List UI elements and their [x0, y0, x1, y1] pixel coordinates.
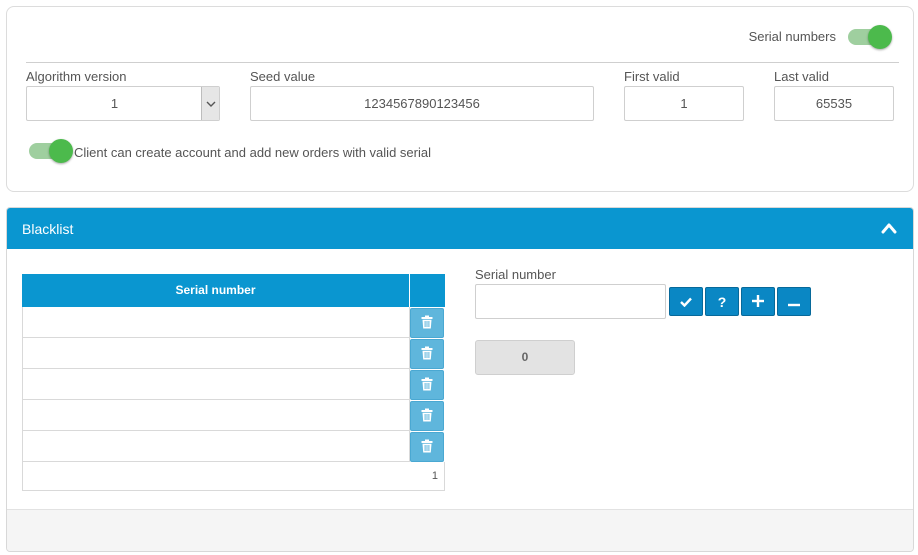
- algorithm-version-label: Algorithm version: [26, 69, 127, 84]
- check-icon: [680, 294, 692, 310]
- blacklist-footer: [7, 509, 913, 551]
- action-column-header: [410, 274, 445, 307]
- table-row: [22, 431, 445, 462]
- delete-row-button[interactable]: [410, 308, 444, 338]
- trash-icon: [421, 377, 433, 394]
- client-account-toggle[interactable]: [29, 139, 73, 163]
- table-footer: 1: [22, 462, 445, 491]
- check-serial-button[interactable]: ?: [705, 287, 739, 316]
- serial-number-cell[interactable]: [22, 400, 410, 431]
- last-valid-field[interactable]: [774, 86, 894, 121]
- blacklist-header[interactable]: Blacklist: [7, 208, 913, 249]
- trash-icon: [421, 315, 433, 332]
- add-serial-button[interactable]: [741, 287, 775, 316]
- blacklist-panel: Blacklist Serial number 1 Serial number …: [6, 207, 914, 552]
- chevron-down-icon[interactable]: [201, 87, 219, 120]
- question-icon: ?: [717, 293, 727, 310]
- last-valid-label: Last valid: [774, 69, 829, 84]
- validate-button[interactable]: [669, 287, 703, 316]
- serial-number-cell[interactable]: [22, 431, 410, 462]
- serial-number-cell[interactable]: [22, 307, 410, 338]
- first-valid-field[interactable]: [624, 86, 744, 121]
- minus-icon: [788, 294, 800, 310]
- table-row: [22, 307, 445, 338]
- trash-icon: [421, 346, 433, 363]
- serial-number-input[interactable]: [475, 284, 666, 319]
- serial-numbers-row: Serial numbers: [7, 7, 913, 63]
- table-row: [22, 338, 445, 369]
- serial-number-cell[interactable]: [22, 338, 410, 369]
- serial-settings-card: Serial numbers Algorithm version 1 Seed …: [6, 6, 914, 192]
- serial-number-column-header[interactable]: Serial number: [22, 274, 409, 307]
- plus-icon: [752, 294, 764, 310]
- remove-serial-button[interactable]: [777, 287, 811, 316]
- table-row: [22, 400, 445, 431]
- table-header: Serial number: [22, 274, 445, 307]
- first-valid-label: First valid: [624, 69, 680, 84]
- page-count: 1: [431, 470, 438, 482]
- delete-row-button[interactable]: [410, 370, 444, 400]
- serial-numbers-label: Serial numbers: [748, 29, 836, 44]
- trash-icon: [421, 439, 433, 456]
- blacklist-count: 0: [475, 340, 575, 375]
- trash-icon: [421, 408, 433, 425]
- algorithm-version-value: 1: [110, 96, 119, 111]
- algorithm-version-select[interactable]: 1: [26, 86, 220, 121]
- serial-number-entry-label: Serial number: [475, 267, 556, 282]
- serial-numbers-toggle[interactable]: [848, 25, 892, 49]
- toggle-knob: [868, 25, 892, 49]
- toggle-knob: [49, 139, 73, 163]
- delete-row-button[interactable]: [410, 432, 444, 462]
- divider: [26, 62, 899, 63]
- delete-row-button[interactable]: [410, 339, 444, 369]
- seed-value-field[interactable]: [250, 86, 594, 121]
- client-account-toggle-label: Client can create account and add new or…: [74, 145, 431, 160]
- delete-row-button[interactable]: [410, 401, 444, 431]
- table-row: [22, 369, 445, 400]
- chevron-up-icon[interactable]: [881, 222, 897, 234]
- blacklist-title: Blacklist: [22, 221, 74, 237]
- seed-value-label: Seed value: [250, 69, 316, 84]
- serial-number-cell[interactable]: [22, 369, 410, 400]
